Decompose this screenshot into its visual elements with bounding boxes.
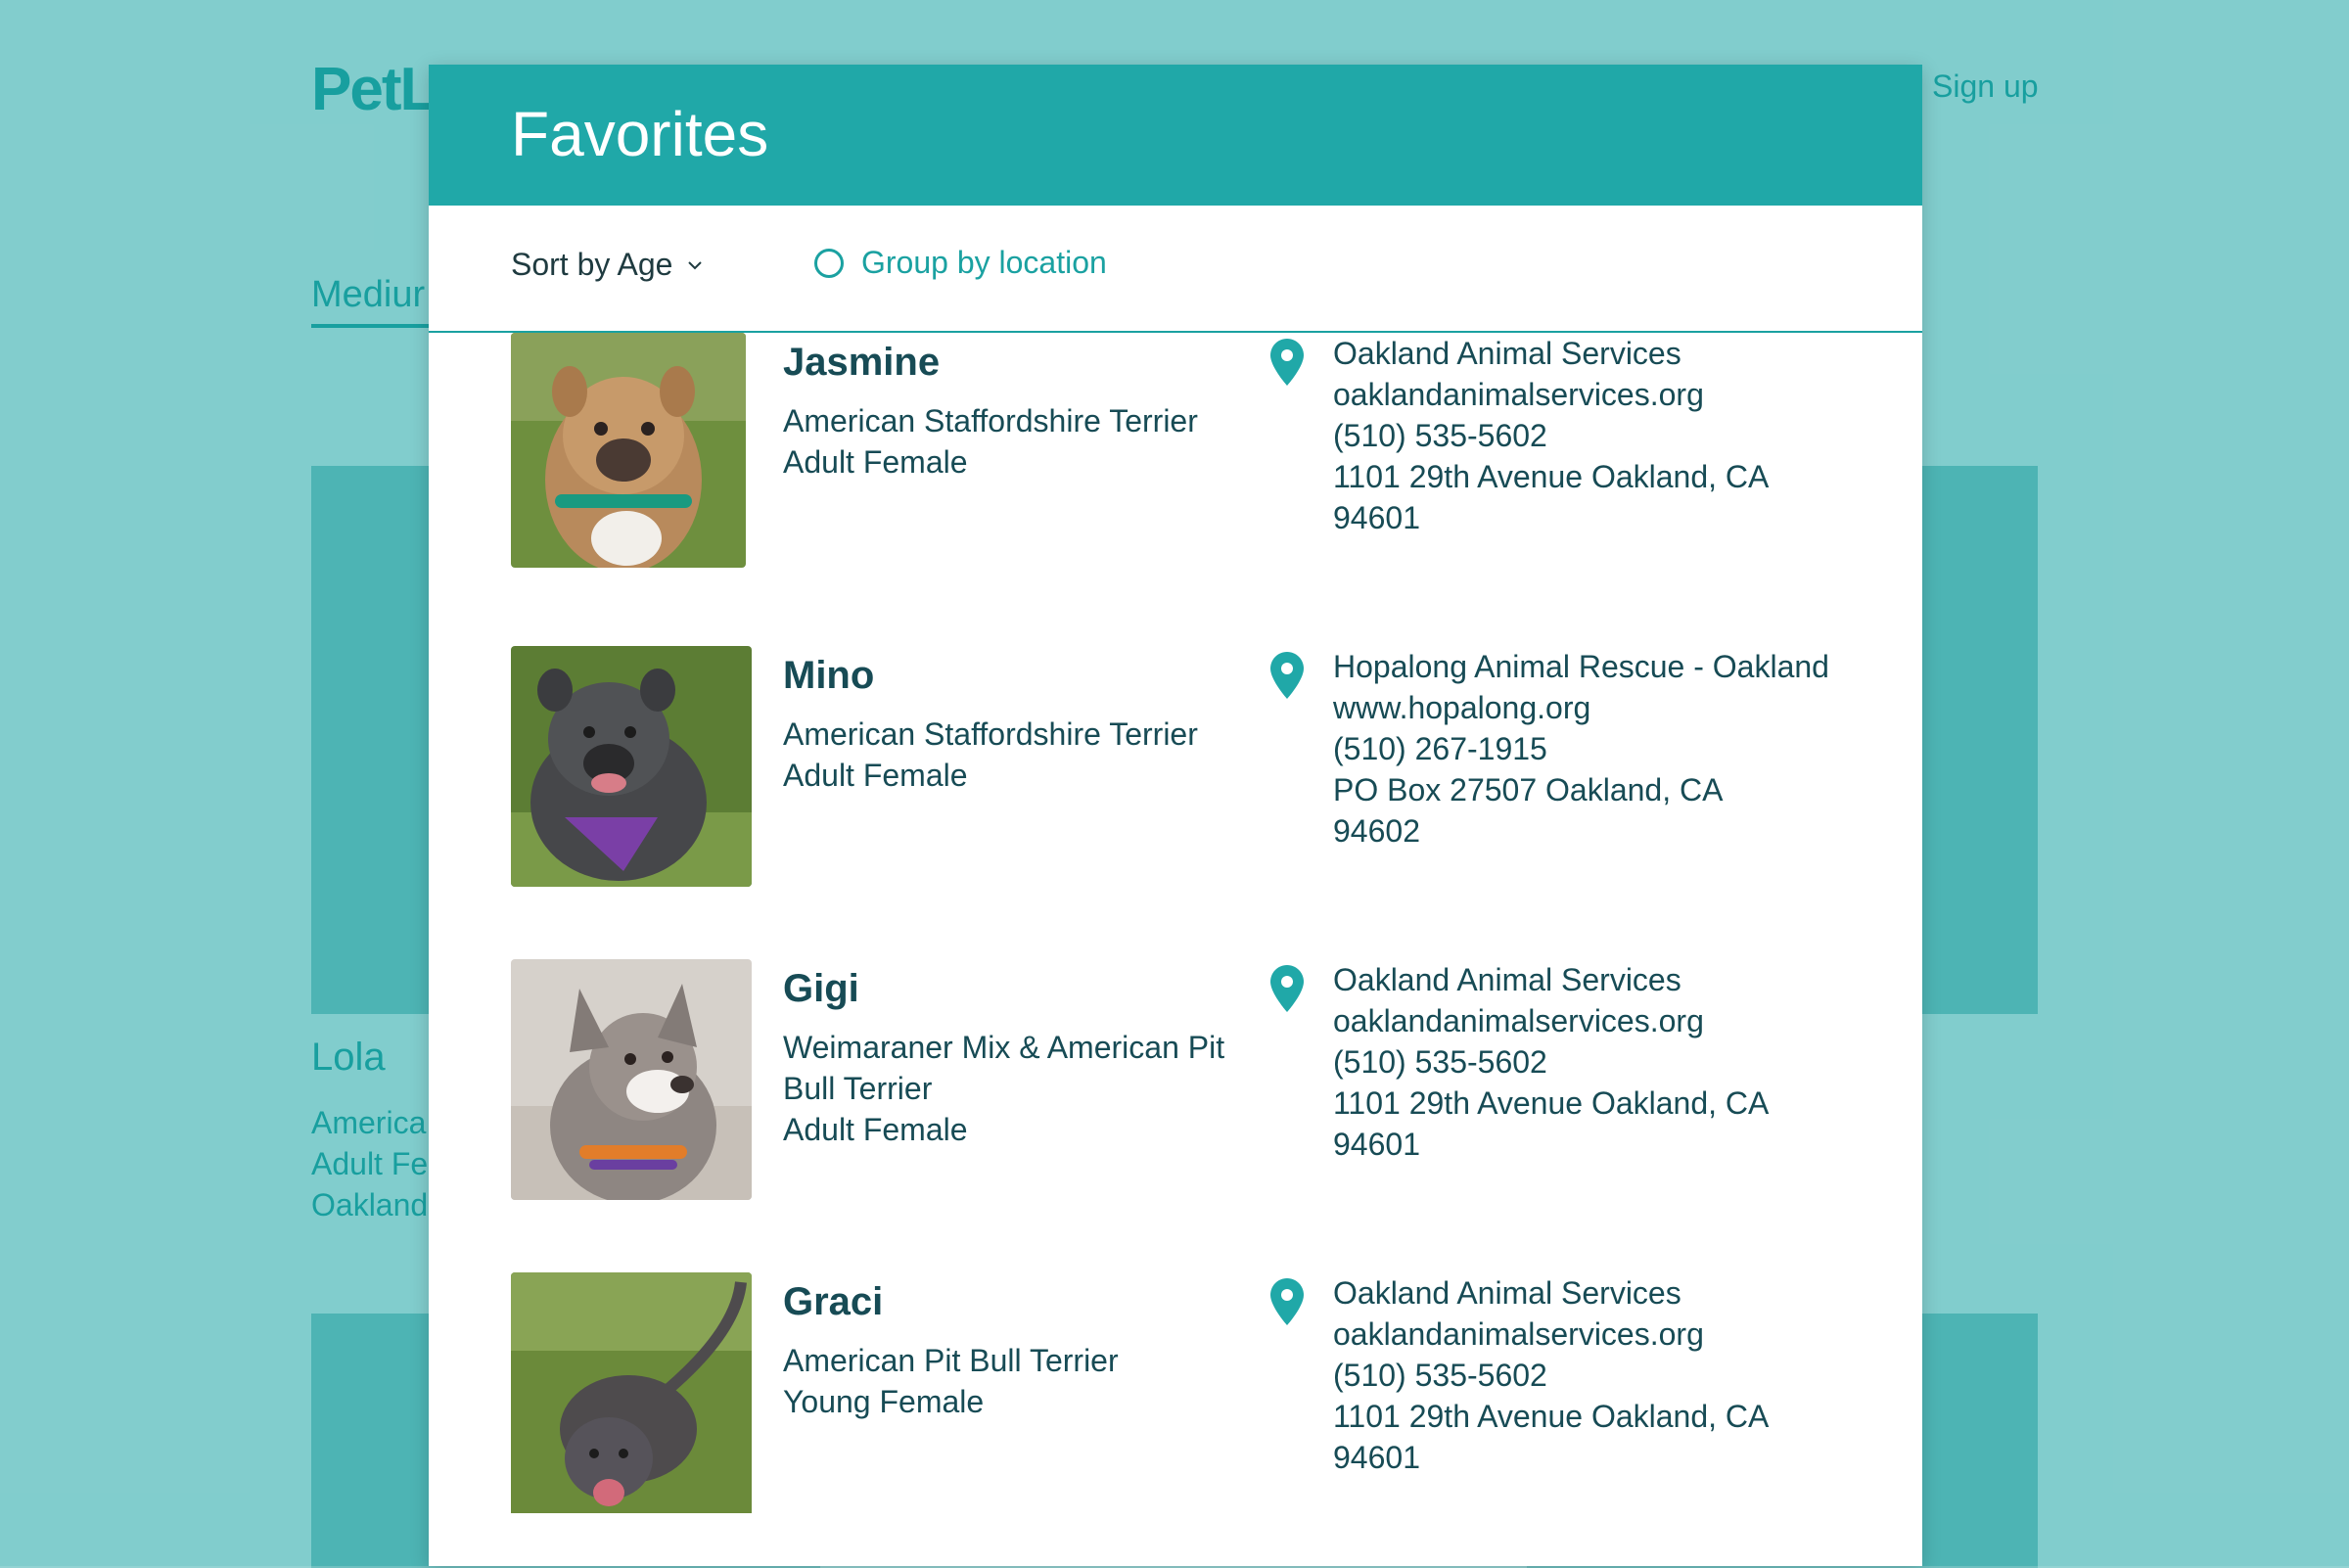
- radio-button[interactable]: [814, 248, 844, 278]
- favorite-item[interactable]: Mino American Staffordshire Terrier Adul…: [429, 646, 1922, 959]
- org-phone[interactable]: (510) 535-5602: [1333, 1355, 1842, 1396]
- pet-info: Mino American Staffordshire Terrier Adul…: [783, 646, 1233, 796]
- modal-title: Favorites: [511, 99, 769, 169]
- org-zip: 94602: [1333, 813, 1420, 849]
- location-pin-icon: [1270, 1278, 1304, 1325]
- org-website[interactable]: oaklandanimalservices.org: [1333, 374, 1842, 415]
- group-label: Group by location: [861, 245, 1107, 280]
- pet-age-gender: Adult Female: [783, 758, 968, 793]
- org-zip: 94601: [1333, 1440, 1420, 1475]
- org-phone[interactable]: (510) 267-1915: [1333, 728, 1842, 769]
- pet-breed: American Pit Bull Terrier: [783, 1343, 1119, 1378]
- org-name: Hopalong Animal Rescue - Oakland: [1333, 649, 1829, 684]
- favorite-item[interactable]: Gigi Weimaraner Mix & American Pit Bull …: [429, 959, 1922, 1272]
- org-website[interactable]: oaklandanimalservices.org: [1333, 1000, 1842, 1041]
- org-phone[interactable]: (510) 535-5602: [1333, 415, 1842, 456]
- org-address: 1101 29th Avenue Oakland, CA: [1333, 459, 1770, 494]
- organization-details: Oakland Animal Services oaklandanimalser…: [1333, 1272, 1842, 1478]
- pet-name[interactable]: Mino: [783, 654, 1233, 698]
- org-name: Oakland Animal Services: [1333, 1275, 1681, 1311]
- org-zip: 94601: [1333, 1127, 1420, 1162]
- pet-age-gender: Young Female: [783, 1384, 985, 1419]
- pet-info: Gigi Weimaraner Mix & American Pit Bull …: [783, 959, 1233, 1150]
- pet-name[interactable]: Gigi: [783, 967, 1233, 1011]
- org-website[interactable]: www.hopalong.org: [1333, 687, 1842, 728]
- org-phone[interactable]: (510) 535-5602: [1333, 1041, 1842, 1083]
- favorite-item[interactable]: Graci American Pit Bull Terrier Young Fe…: [429, 1272, 1922, 1566]
- chevron-down-icon: [688, 260, 703, 269]
- pet-photo[interactable]: [511, 959, 752, 1200]
- pet-breed: Weimaraner Mix & American Pit Bull Terri…: [783, 1030, 1225, 1106]
- favorites-toolbar: Sort by Age Group by location: [429, 206, 1922, 333]
- location-pin-icon: [1270, 965, 1304, 1012]
- pet-age-gender: Adult Female: [783, 444, 968, 480]
- modal-header: Favorites: [429, 65, 1922, 206]
- org-website[interactable]: oaklandanimalservices.org: [1333, 1314, 1842, 1355]
- sort-label: Sort by Age: [511, 247, 673, 282]
- org-name: Oakland Animal Services: [1333, 962, 1681, 997]
- pet-age-gender: Adult Female: [783, 1112, 968, 1147]
- org-address: 1101 29th Avenue Oakland, CA: [1333, 1085, 1770, 1121]
- pet-photo[interactable]: [511, 1272, 752, 1513]
- location-pin-icon: [1270, 652, 1304, 699]
- pet-info: Graci American Pit Bull Terrier Young Fe…: [783, 1272, 1233, 1422]
- organization-details: Oakland Animal Services oaklandanimalser…: [1333, 959, 1842, 1165]
- pet-name[interactable]: Graci: [783, 1280, 1233, 1324]
- pet-photo[interactable]: [511, 646, 752, 887]
- pet-name[interactable]: Jasmine: [783, 341, 1233, 385]
- group-by-location-toggle[interactable]: Group by location: [814, 245, 1107, 281]
- pet-info: Jasmine American Staffordshire Terrier A…: [783, 333, 1233, 483]
- pet-photo[interactable]: [511, 333, 746, 568]
- location-pin-icon: [1270, 339, 1304, 386]
- favorites-modal: Favorites Sort by Age Group by location: [429, 65, 1922, 1566]
- favorite-item[interactable]: Jasmine American Staffordshire Terrier A…: [429, 333, 1922, 646]
- favorites-list: Jasmine American Staffordshire Terrier A…: [429, 333, 1922, 1566]
- organization-details: Hopalong Animal Rescue - Oakland www.hop…: [1333, 646, 1842, 852]
- org-address: 1101 29th Avenue Oakland, CA: [1333, 1399, 1770, 1434]
- org-name: Oakland Animal Services: [1333, 336, 1681, 371]
- org-zip: 94601: [1333, 500, 1420, 535]
- organization-details: Oakland Animal Services oaklandanimalser…: [1333, 333, 1842, 538]
- pet-breed: American Staffordshire Terrier: [783, 403, 1198, 438]
- org-address: PO Box 27507 Oakland, CA: [1333, 772, 1724, 807]
- sort-dropdown[interactable]: Sort by Age: [511, 247, 704, 283]
- pet-breed: American Staffordshire Terrier: [783, 716, 1198, 752]
